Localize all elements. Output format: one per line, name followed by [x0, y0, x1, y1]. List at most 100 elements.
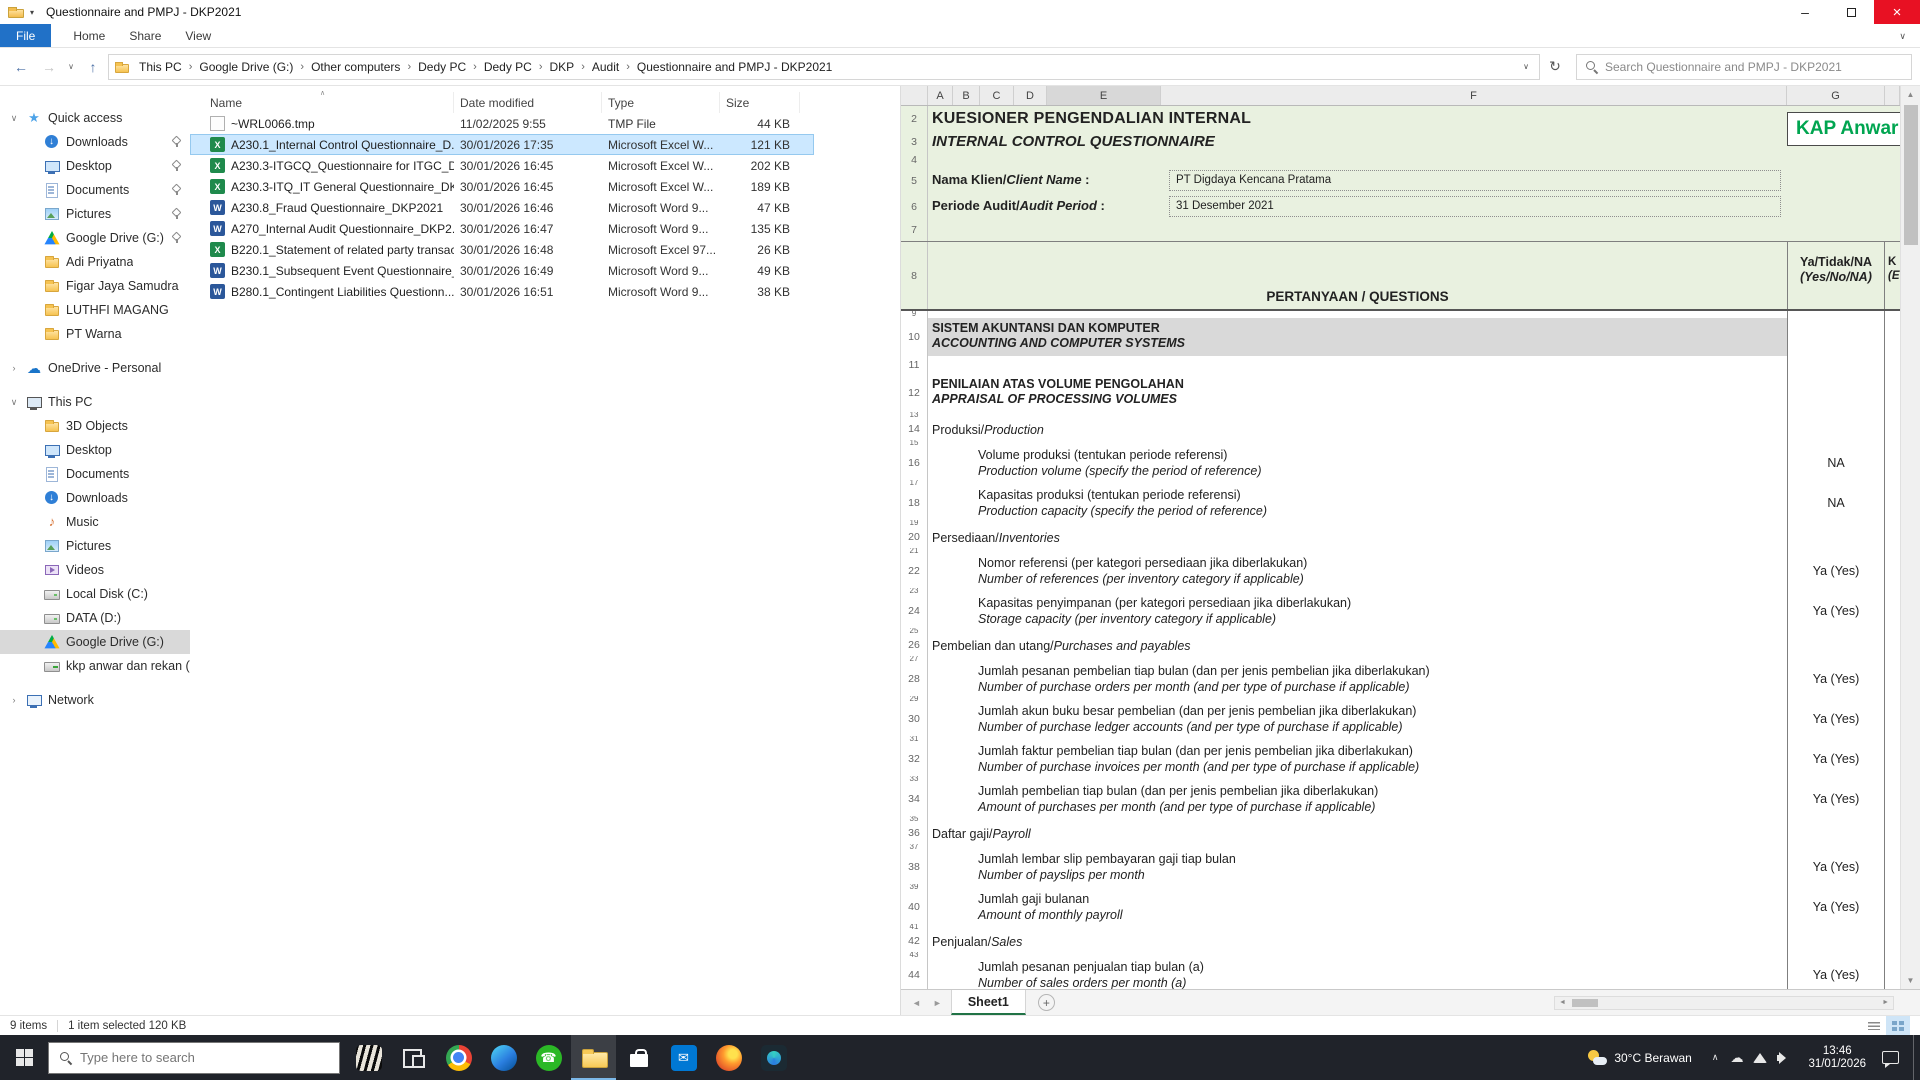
row-number[interactable]: 7	[901, 219, 928, 241]
explorer-search[interactable]	[1576, 54, 1912, 80]
taskbar-app-task-view[interactable]	[391, 1035, 436, 1080]
row-number[interactable]: 28	[901, 662, 928, 696]
column-header-date-modified[interactable]: Date modified	[454, 92, 602, 113]
row-number[interactable]: 24	[901, 594, 928, 628]
refresh-button[interactable]: ↻	[1542, 54, 1568, 80]
row-number[interactable]: 42	[901, 930, 928, 952]
ribbon-expand-icon[interactable]: ∨	[1899, 31, 1906, 42]
select-all-corner[interactable]	[901, 86, 928, 105]
vertical-scrollbar[interactable]: ▲ ▼	[1900, 86, 1920, 989]
scroll-down-icon[interactable]: ▼	[1901, 972, 1920, 989]
network-icon[interactable]	[1753, 1053, 1767, 1063]
recent-locations-icon[interactable]: ∨	[64, 54, 78, 80]
sheet-nav-right-icon[interactable]: ►	[930, 998, 945, 1008]
large-icons-view-button[interactable]	[1886, 1016, 1910, 1035]
row-number[interactable]: 22	[901, 554, 928, 588]
breadcrumb-item-dkp[interactable]: DKP	[546, 60, 579, 74]
chevron-down-icon[interactable]: ∨	[8, 113, 20, 124]
row-number[interactable]: 12	[901, 374, 928, 412]
menu-share[interactable]: Share	[117, 24, 173, 47]
minimize-button[interactable]: –	[1782, 0, 1828, 24]
spreadsheet-column-E[interactable]: E	[1047, 86, 1161, 105]
breadcrumb-item-questionnaire-and-pmpj-dkp2021[interactable]: Questionnaire and PMPJ - DKP2021	[633, 60, 836, 74]
taskbar-app-mail[interactable]: ✉	[661, 1035, 706, 1080]
row-number[interactable]: 16	[901, 446, 928, 480]
taskbar-app-dark-app[interactable]	[751, 1035, 796, 1080]
row-number[interactable]: 26	[901, 634, 928, 656]
spreadsheet-column-B[interactable]: B	[953, 86, 980, 105]
row-number[interactable]: 20	[901, 526, 928, 548]
show-desktop-button[interactable]	[1913, 1035, 1918, 1080]
sidebar-item-kkp-anwar-dan-rekan-1[interactable]: kkp anwar dan rekan (\\1	[0, 654, 190, 678]
sidebar-item-documents[interactable]: Documents	[0, 178, 190, 202]
volume-icon[interactable]	[1777, 1052, 1792, 1064]
breadcrumb-separator-icon[interactable]: ›	[299, 61, 305, 73]
sidebar-item-adi-priyatna[interactable]: Adi Priyatna	[0, 250, 190, 274]
file-row-a230-3-itq-it-general-questionnaire-dk[interactable]: XA230.3-ITQ_IT General Questionnaire_DK.…	[190, 176, 814, 197]
scroll-up-icon[interactable]: ▲	[1901, 86, 1920, 103]
sidebar-item-pictures[interactable]: Pictures	[0, 202, 190, 226]
address-dropdown-icon[interactable]: ∨	[1515, 62, 1537, 71]
sheet-nav-left-icon[interactable]: ◄	[909, 998, 924, 1008]
search-input[interactable]	[1605, 60, 1903, 74]
vertical-scroll-thumb[interactable]	[1904, 105, 1918, 245]
row-number[interactable]: 36	[901, 822, 928, 844]
row-number[interactable]: 32	[901, 742, 928, 776]
column-header-name[interactable]: Name	[204, 92, 454, 113]
row-number[interactable]: 10	[901, 318, 928, 356]
row-number[interactable]: 34	[901, 782, 928, 816]
row-number[interactable]: 40	[901, 890, 928, 924]
menu-file[interactable]: File	[0, 24, 51, 47]
breadcrumb-separator-icon[interactable]: ›	[538, 61, 544, 73]
weather-widget[interactable]: 30°C Berawan	[1579, 1035, 1700, 1080]
notification-center-icon[interactable]	[1882, 1051, 1899, 1064]
forward-button[interactable]: →	[36, 54, 62, 80]
row-number[interactable]: 38	[901, 850, 928, 884]
file-row-b230-1-subsequent-event-questionnaire[interactable]: WB230.1_Subsequent Event Questionnaire_.…	[190, 260, 814, 281]
column-header-type[interactable]: Type	[602, 92, 720, 113]
taskbar-search[interactable]	[48, 1042, 340, 1074]
up-button[interactable]: ↑	[80, 54, 106, 80]
row-number[interactable]: 9	[901, 311, 928, 318]
row-number[interactable]: 4	[901, 152, 928, 168]
taskbar-app-chrome[interactable]	[436, 1035, 481, 1080]
sidebar-item-luthfi-magang[interactable]: LUTHFI MAGANG	[0, 298, 190, 322]
taskbar-app-file-explorer[interactable]	[571, 1035, 616, 1080]
scroll-left-icon[interactable]: ◄	[1555, 999, 1570, 1006]
breadcrumb-separator-icon[interactable]: ›	[580, 61, 586, 73]
horizontal-scrollbar[interactable]: ◄ ►	[1554, 996, 1894, 1010]
breadcrumb-item-this-pc[interactable]: This PC	[135, 60, 186, 74]
sidebar-item-local-disk-c[interactable]: Local Disk (C:)	[0, 582, 190, 606]
breadcrumb-item-other-computers[interactable]: Other computers	[307, 60, 404, 74]
taskbar-app-edge[interactable]	[481, 1035, 526, 1080]
sidebar-item-desktop[interactable]: Desktop	[0, 154, 190, 178]
taskbar-search-input[interactable]	[80, 1050, 329, 1065]
breadcrumb-separator-icon[interactable]: ›	[472, 61, 478, 73]
file-row-b220-1-statement-of-related-party-transac[interactable]: XB220.1_Statement of related party trans…	[190, 239, 814, 260]
row-number[interactable]: 2	[901, 106, 928, 132]
breadcrumb-item-audit[interactable]: Audit	[588, 60, 623, 74]
spreadsheet-column-C[interactable]: C	[980, 86, 1014, 105]
sidebar-item-downloads[interactable]: Downloads	[0, 486, 190, 510]
row-number[interactable]: 14	[901, 418, 928, 440]
breadcrumb-item-dedy-pc[interactable]: Dedy PC	[480, 60, 536, 74]
breadcrumb-item-google-drive-g[interactable]: Google Drive (G:)	[195, 60, 297, 74]
row-number[interactable]: 6	[901, 194, 928, 219]
sidebar-item-google-drive-g[interactable]: Google Drive (G:)	[0, 226, 190, 250]
sidebar-section-this-pc[interactable]: ∨This PC	[0, 390, 190, 414]
file-row-a230-1-internal-control-questionnaire-d[interactable]: XA230.1_Internal Control Questionnaire_D…	[190, 134, 814, 155]
address-bar[interactable]: This PC›Google Drive (G:)›Other computer…	[108, 54, 1540, 80]
row-number[interactable]: 11	[901, 356, 928, 374]
taskbar-app-microsoft-store[interactable]	[616, 1035, 661, 1080]
menu-home[interactable]: Home	[61, 24, 117, 47]
spreadsheet-column-F[interactable]: F	[1161, 86, 1787, 105]
sidebar-item-music[interactable]: Music	[0, 510, 190, 534]
horizontal-scroll-track[interactable]	[1570, 997, 1878, 1009]
sidebar-item-google-drive-g[interactable]: Google Drive (G:)	[0, 630, 190, 654]
close-button[interactable]: ×	[1874, 0, 1920, 24]
file-row-a270-internal-audit-questionnaire-dkp2[interactable]: WA270_Internal Audit Questionnaire_DKP2.…	[190, 218, 814, 239]
back-button[interactable]: ←	[8, 54, 34, 80]
sheet-tab-sheet1[interactable]: Sheet1	[951, 990, 1026, 1015]
start-button[interactable]	[0, 1035, 48, 1080]
horizontal-scroll-thumb[interactable]	[1572, 999, 1598, 1007]
